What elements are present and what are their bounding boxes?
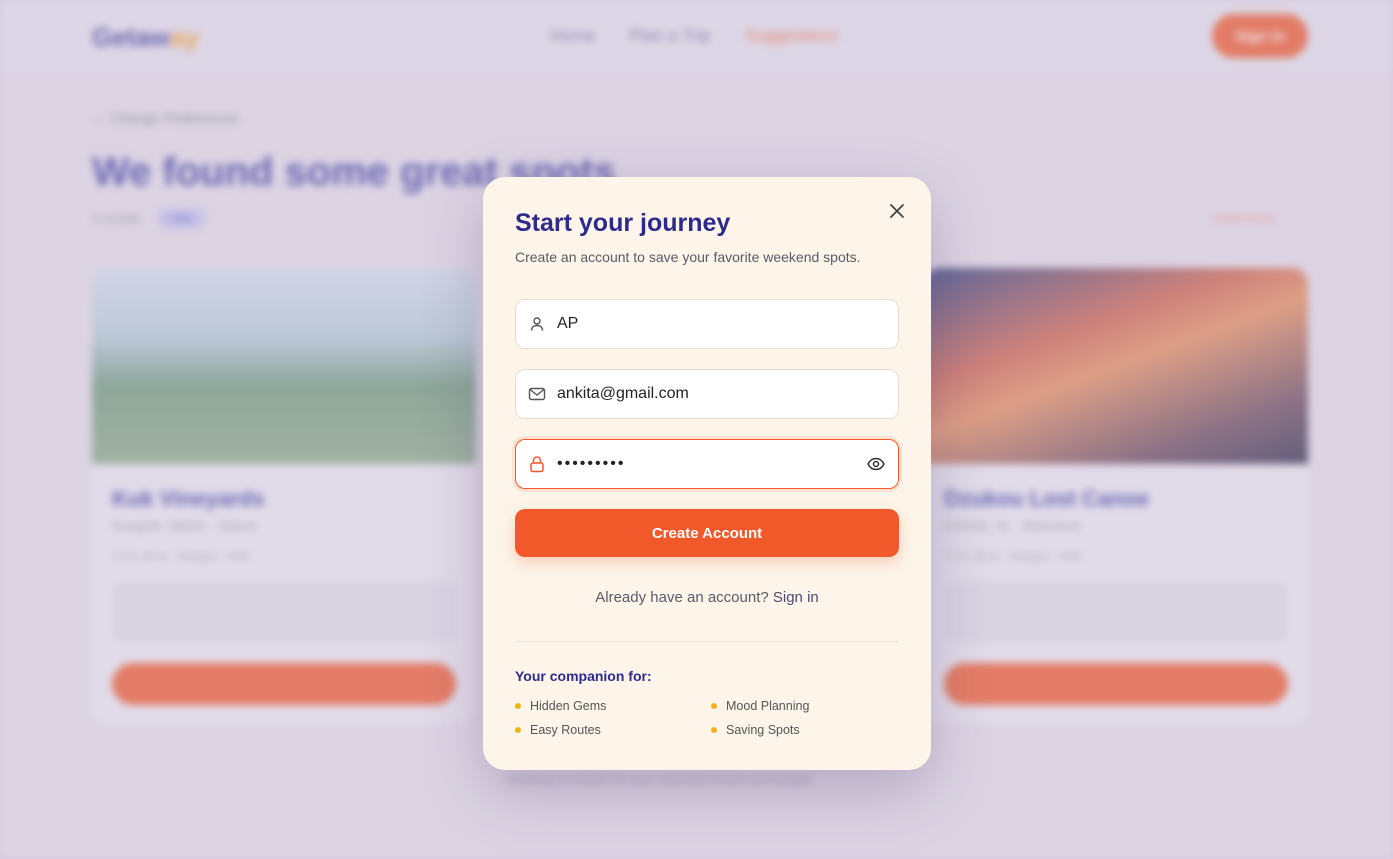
mail-icon [527,384,547,404]
signin-prompt-text: Already have an account? [595,589,769,606]
companion-title: Your companion for: [515,668,652,684]
password-field[interactable]: ••••••••• [515,439,899,489]
feature-item: Saving Spots [711,723,800,737]
name-field[interactable]: AP [515,299,899,349]
email-field[interactable]: ankita@gmail.com [515,369,899,419]
user-icon [527,314,547,334]
bullet-icon [711,727,717,733]
signin-prompt: Already have an account? Sign in [483,589,931,606]
name-input-value: AP [557,315,579,332]
email-input-value: ankita@gmail.com [557,385,689,402]
bullet-icon [515,703,521,709]
close-icon [890,204,904,218]
password-input-value: ••••••••• [557,455,626,472]
feature-item: Easy Routes [515,723,601,737]
modal-subtitle: Create an account to save your favorite … [515,249,861,265]
lock-icon [527,454,547,474]
close-button[interactable] [885,199,909,223]
feature-item: Mood Planning [711,699,809,713]
signup-modal: Start your journey Create an account to … [483,177,931,770]
create-account-button[interactable]: Create Account [515,509,899,557]
divider [515,641,899,642]
modal-title: Start your journey [515,209,731,237]
signin-link[interactable]: Sign in [773,589,819,606]
eye-icon[interactable] [865,453,887,475]
bullet-icon [711,703,717,709]
feature-item: Hidden Gems [515,699,606,713]
bullet-icon [515,727,521,733]
